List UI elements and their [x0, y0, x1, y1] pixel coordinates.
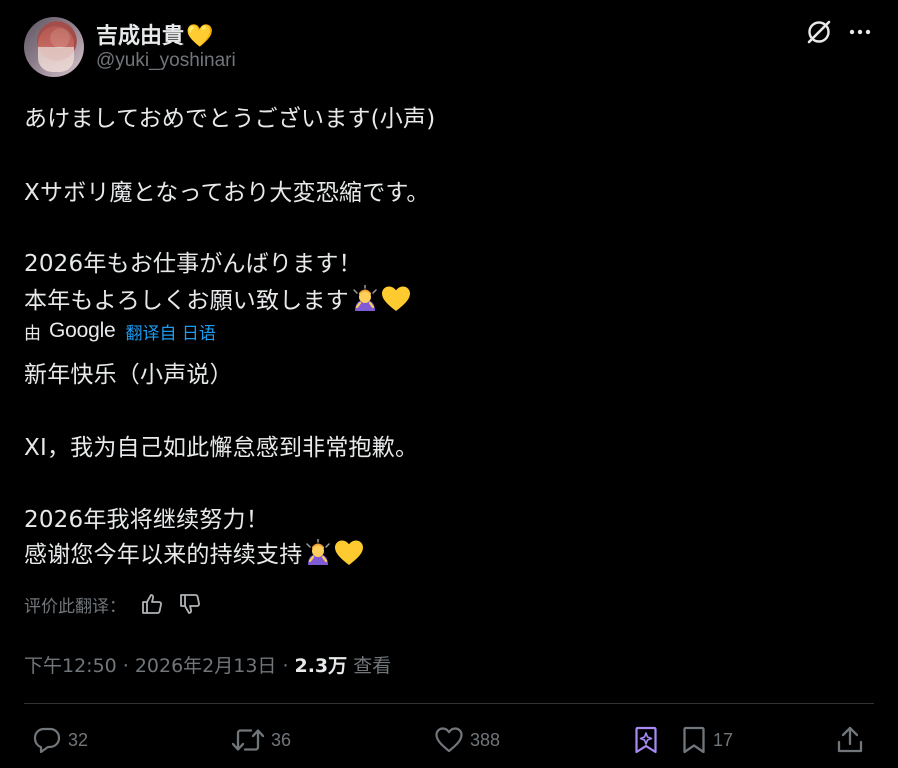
- divider: [24, 703, 874, 704]
- like-count: 388: [470, 729, 501, 750]
- yellow-heart-emoji: [381, 286, 410, 311]
- person-bowing-emoji: [306, 539, 331, 565]
- post-text-line-2: Xサボリ魔となっており大変恐縮です。: [24, 180, 430, 206]
- meta-separator: ·: [122, 655, 129, 677]
- reply-count: 32: [68, 729, 89, 750]
- grok-icon[interactable]: [805, 18, 833, 46]
- rate-translation-label: 评价此翻译：: [24, 596, 126, 617]
- translated-text-line-4-text: 感谢您今年以来的持续支持: [24, 542, 303, 568]
- post-time[interactable]: 下午12:50: [24, 655, 117, 677]
- post-text-line-3: 2026年もお仕事がんばります！: [24, 251, 362, 277]
- translation-attribution: 由 Google 翻译自 日语: [24, 318, 216, 344]
- repost-count: 36: [271, 729, 292, 750]
- more-icon[interactable]: [847, 18, 873, 46]
- post-text-line-4: 本年もよろしくお願い致します: [24, 281, 411, 315]
- post-text-line-4-text: 本年もよろしくお願い致します: [24, 288, 349, 314]
- author-handle[interactable]: @yuki_yoshinari: [96, 50, 236, 72]
- translated-text-line-1: 新年快乐（小声说）: [24, 362, 233, 388]
- thumbs-down-icon[interactable]: [178, 592, 202, 616]
- thumbs-up-icon[interactable]: [140, 592, 164, 616]
- post-meta: 下午12:50 · 2026年2月13日 · 2.3万 查看: [24, 651, 391, 678]
- rate-translation: 评价此翻译：: [24, 590, 202, 618]
- person-bowing-emoji: [353, 285, 377, 311]
- reply-button[interactable]: 32: [32, 723, 88, 757]
- translated-from-link[interactable]: 翻译自 日语: [126, 319, 216, 344]
- grok-analyze-button[interactable]: [634, 723, 658, 757]
- share-button[interactable]: [836, 723, 864, 757]
- views-label: 查看: [353, 655, 392, 677]
- author-name-text: 吉成由貴: [96, 24, 185, 49]
- translated-text-line-3: 2026年我将继续努力！: [24, 507, 269, 533]
- grok-analyze-icon: [635, 726, 657, 754]
- translation-by-label: 由: [24, 323, 41, 344]
- meta-separator: ·: [282, 655, 289, 677]
- reply-icon: [33, 727, 61, 754]
- bookmark-count: 17: [713, 729, 734, 750]
- author-display-name[interactable]: 吉成由貴💛: [96, 18, 213, 50]
- google-logo: Google: [49, 319, 116, 342]
- translated-text-line-2: XI，我为自己如此懈怠感到非常抱歉。: [24, 435, 419, 461]
- repost-icon: [231, 729, 265, 751]
- share-icon: [837, 726, 863, 753]
- avatar[interactable]: [24, 17, 84, 77]
- bookmark-icon: [683, 726, 705, 754]
- translated-text-line-4: 感谢您今年以来的持续支持: [24, 535, 364, 569]
- yellow-heart-emoji: 💛: [186, 24, 214, 49]
- repost-button[interactable]: 36: [231, 723, 291, 757]
- post-text-line-1: あけましておめでとうございます(小声): [24, 106, 436, 132]
- heart-icon: [435, 727, 463, 753]
- views-count: 2.3万: [294, 655, 348, 677]
- like-button[interactable]: 388: [434, 723, 500, 757]
- bookmark-button[interactable]: 17: [681, 723, 733, 757]
- post-date[interactable]: 2026年2月13日: [135, 655, 277, 677]
- yellow-heart-emoji: [335, 540, 364, 565]
